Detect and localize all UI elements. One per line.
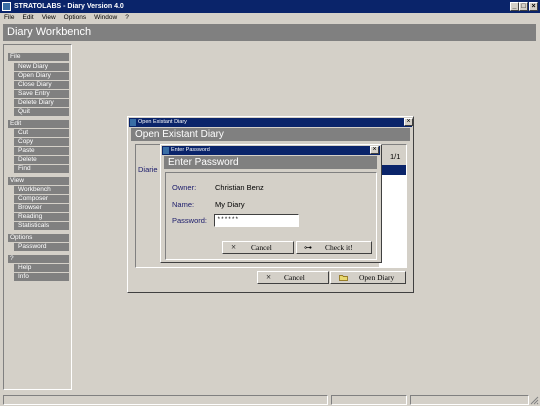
sidebar-section-help: ? bbox=[8, 255, 69, 263]
open-diary-header: Open Existant Diary bbox=[131, 128, 410, 141]
sidebar-item-statisticals[interactable]: Statisticals bbox=[14, 222, 69, 230]
sidebar-item-password[interactable]: Password bbox=[14, 243, 69, 251]
sidebar-item-help[interactable]: Help bbox=[14, 264, 69, 272]
menu-options[interactable]: Options bbox=[64, 14, 86, 21]
status-panel-middle bbox=[331, 395, 407, 405]
menu-edit[interactable]: Edit bbox=[22, 14, 33, 21]
open-diary-close-button[interactable]: × bbox=[404, 118, 413, 126]
sidebar-item-quit[interactable]: Quit bbox=[14, 108, 69, 116]
minimize-button[interactable]: _ bbox=[510, 2, 519, 11]
sidebar-item-new-diary[interactable]: New Diary bbox=[14, 63, 69, 71]
password-close-button[interactable]: × bbox=[370, 146, 379, 154]
key-icon: ⊶ bbox=[304, 243, 312, 252]
sidebar-item-reading[interactable]: Reading bbox=[14, 213, 69, 221]
menu-file[interactable]: File bbox=[4, 14, 14, 21]
open-diary-window-title: Open Existant Diary bbox=[138, 119, 187, 125]
sidebar-item-open-diary[interactable]: Open Diary bbox=[14, 72, 69, 80]
sidebar-item-close-diary[interactable]: Close Diary bbox=[14, 81, 69, 89]
page-counter: 1/1 bbox=[390, 152, 401, 161]
check-it-label: Check it! bbox=[325, 243, 353, 252]
owner-label: Owner: bbox=[172, 183, 197, 192]
password-label: Password: bbox=[172, 216, 208, 225]
owner-value: Christian Benz bbox=[215, 183, 264, 192]
close-button[interactable]: × bbox=[529, 2, 538, 11]
sidebar-section-options: Options bbox=[8, 234, 69, 242]
password-panel: Owner: Christian Benz Name: My Diary Pas… bbox=[165, 172, 377, 260]
password-dialog-icon bbox=[163, 147, 169, 154]
menu-bar: File Edit View Options Window? bbox=[0, 13, 540, 23]
check-it-button[interactable]: ⊶ Check it! bbox=[296, 241, 372, 254]
status-panel-main bbox=[3, 395, 328, 405]
password-input[interactable]: ****** bbox=[214, 214, 299, 227]
diary-list-selected-row[interactable] bbox=[379, 165, 406, 175]
open-diary-titlebar: Open Existant Diary bbox=[129, 118, 412, 127]
name-label: Name: bbox=[172, 200, 195, 209]
sidebar-item-copy[interactable]: Copy bbox=[14, 138, 69, 146]
dialog-app-icon bbox=[130, 119, 136, 126]
open-diary-cancel-label: Cancel bbox=[284, 273, 305, 282]
maximize-button[interactable]: □ bbox=[519, 2, 528, 11]
menu-window[interactable]: Window bbox=[94, 14, 117, 21]
sidebar-item-info[interactable]: Info bbox=[14, 273, 69, 281]
password-dialog: Enter Password × Enter Password Owner: C… bbox=[160, 144, 382, 263]
sidebar-section-file: File bbox=[8, 53, 69, 61]
sidebar-item-composer[interactable]: Composer bbox=[14, 195, 69, 203]
sidebar-item-save-entry[interactable]: Save Entry bbox=[14, 90, 69, 98]
sidebar: File New Diary Open Diary Close Diary Sa… bbox=[3, 44, 72, 390]
password-titlebar: Enter Password bbox=[162, 146, 380, 155]
password-cancel-button[interactable]: × Cancel bbox=[222, 241, 294, 254]
sidebar-item-workbench[interactable]: Workbench bbox=[14, 186, 69, 194]
open-diary-label: Open Diary bbox=[359, 273, 395, 282]
workbench-title: Diary Workbench bbox=[3, 24, 536, 41]
app-title: STRATOLABS - Diary Version 4.0 bbox=[14, 3, 124, 10]
app-icon bbox=[2, 2, 11, 11]
resize-grip-icon[interactable] bbox=[530, 396, 539, 405]
sidebar-item-cut[interactable]: Cut bbox=[14, 129, 69, 137]
sidebar-item-browser[interactable]: Browser bbox=[14, 204, 69, 212]
sidebar-item-find[interactable]: Find bbox=[14, 165, 69, 173]
folder-icon bbox=[339, 275, 348, 281]
diary-list[interactable] bbox=[379, 165, 406, 267]
app-title-bar: STRATOLABS - Diary Version 4.0 _ □ × bbox=[0, 0, 540, 13]
sidebar-item-delete-diary[interactable]: Delete Diary bbox=[14, 99, 69, 107]
sidebar-item-paste[interactable]: Paste bbox=[14, 147, 69, 155]
sidebar-section-edit: Edit bbox=[8, 120, 69, 128]
name-value: My Diary bbox=[215, 200, 245, 209]
sidebar-section-view: View bbox=[8, 177, 69, 185]
cancel-icon: × bbox=[231, 242, 237, 252]
diaries-label: Diarie bbox=[138, 165, 158, 174]
status-panel-right bbox=[410, 395, 529, 405]
password-window-title: Enter Password bbox=[171, 147, 210, 153]
menu-view[interactable]: View bbox=[42, 14, 56, 21]
sidebar-item-delete[interactable]: Delete bbox=[14, 156, 69, 164]
open-diary-cancel-button[interactable]: × Cancel bbox=[257, 271, 329, 284]
password-cancel-label: Cancel bbox=[251, 243, 272, 252]
cancel-icon: × bbox=[266, 272, 272, 282]
password-header: Enter Password bbox=[164, 156, 377, 169]
menu-help[interactable]: ? bbox=[125, 14, 129, 21]
open-diary-button[interactable]: Open Diary bbox=[330, 271, 406, 284]
